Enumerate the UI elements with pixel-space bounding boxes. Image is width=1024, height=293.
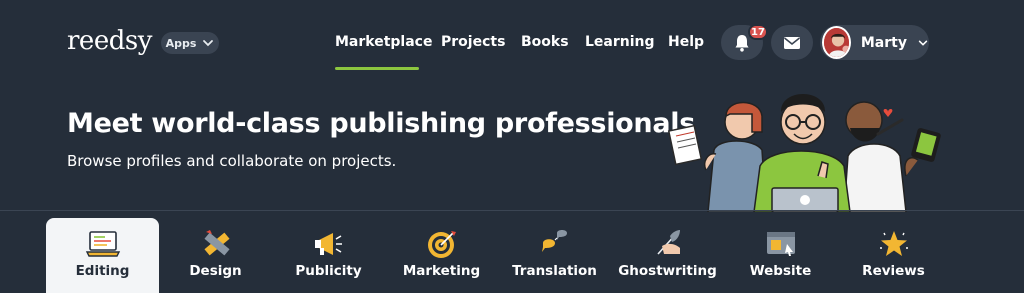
chevron-down-icon [203, 40, 214, 47]
category-tabs: Editing Design Publicity Marketing Trans… [0, 211, 1024, 293]
tab-label: Editing [75, 263, 130, 279]
tab-translation[interactable]: Translation [498, 218, 611, 293]
messages-button[interactable] [771, 25, 813, 60]
speech-bubbles-icon [541, 230, 567, 252]
envelope-icon [784, 36, 800, 49]
nav-books[interactable]: Books [521, 34, 569, 50]
megaphone-icon [314, 233, 342, 255]
tab-label: Publicity [295, 263, 362, 279]
hero-subtitle: Browse profiles and collaborate on proje… [67, 152, 397, 170]
tab-design[interactable]: Design [159, 218, 272, 293]
user-name: Marty [860, 34, 907, 51]
laptop-icon [85, 231, 120, 257]
tab-publicity[interactable]: Publicity [272, 218, 385, 293]
apps-dropdown-button[interactable]: Apps [161, 32, 219, 54]
user-menu-button[interactable]: Marty [820, 25, 929, 60]
apps-label: Apps [165, 36, 197, 50]
nav-projects[interactable]: Projects [441, 34, 505, 50]
tab-label: Website [749, 263, 812, 279]
nav-learning[interactable]: Learning [585, 34, 655, 50]
avatar [822, 26, 851, 59]
nav-marketplace[interactable]: Marketplace [335, 34, 432, 50]
star-icon [879, 231, 908, 256]
tab-reviews[interactable]: Reviews [837, 218, 950, 293]
tab-label: Reviews [862, 263, 925, 279]
hand-quill-icon [656, 230, 680, 255]
tab-label: Design [189, 263, 242, 279]
tab-label: Ghostwriting [618, 263, 717, 279]
publishing-professionals-illustration [667, 94, 941, 212]
ruler-pencil-icon [203, 230, 230, 256]
top-navigation-bar: reedsy Apps Marketplace Projects Books L… [0, 0, 1024, 86]
tab-label: Marketing [402, 263, 481, 279]
chevron-down-icon [918, 40, 928, 46]
hero-title: Meet world-class publishing professional… [67, 108, 695, 139]
tab-marketing[interactable]: Marketing [385, 218, 498, 293]
reedsy-logo[interactable]: reedsy [67, 26, 152, 56]
tab-ghostwriting[interactable]: Ghostwriting [611, 218, 724, 293]
tab-label: Translation [512, 263, 597, 279]
tab-editing[interactable]: Editing [46, 218, 159, 293]
nav-help[interactable]: Help [668, 34, 704, 50]
notification-count-badge: 17 [748, 24, 768, 40]
active-nav-indicator [335, 67, 419, 70]
tab-website[interactable]: Website [724, 218, 837, 293]
target-icon [427, 231, 456, 258]
browser-window-icon [766, 232, 795, 256]
